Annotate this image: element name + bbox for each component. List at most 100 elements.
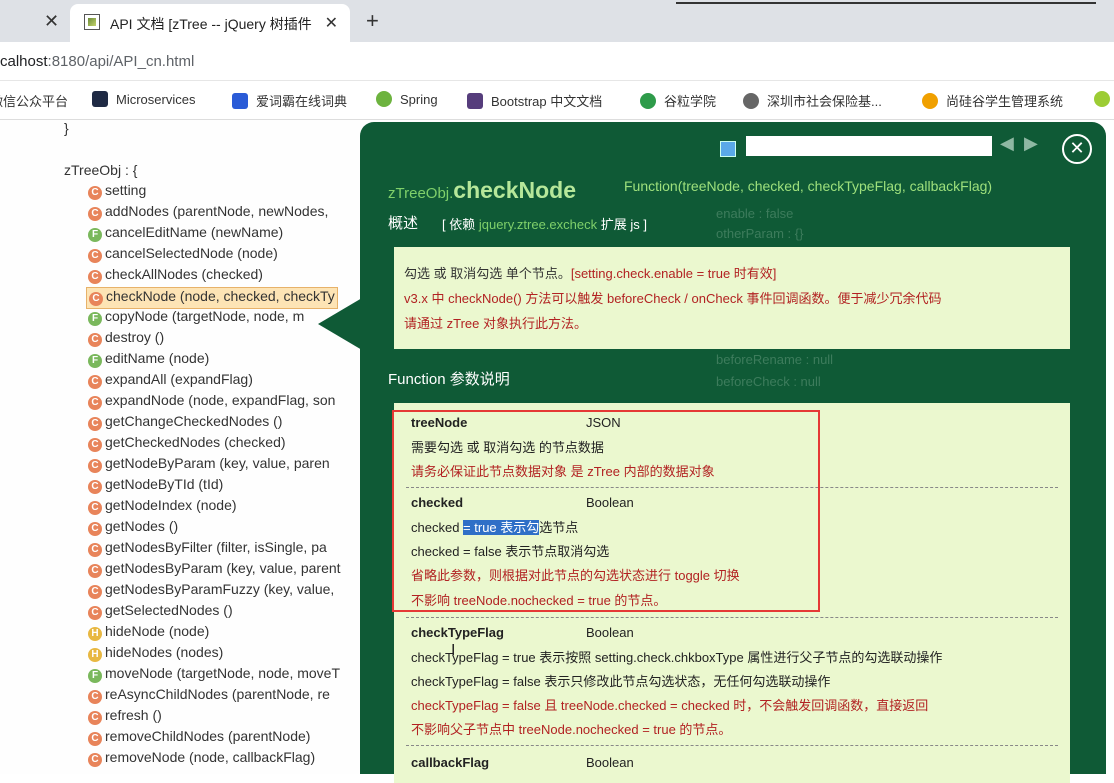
node-type-icon: H xyxy=(88,627,102,641)
prev-tab-close-icon[interactable]: ✕ xyxy=(44,11,59,32)
api-tree: } zTreeObj : { Csetting CaddNodes (parent… xyxy=(0,120,380,774)
tree-node-label: getSelectedNodes () xyxy=(105,602,233,618)
tree-node[interactable]: CcancelSelectedNode (node) xyxy=(88,245,278,265)
tree-node-label: checkNode (node, checked, checkTy xyxy=(106,288,335,304)
url-text[interactable]: calhost:8180/api/API_cn.html xyxy=(0,53,194,70)
node-type-icon: C xyxy=(88,522,102,536)
param-desc: checkTypeFlag = true 表示按照 setting.check.… xyxy=(411,650,943,665)
param-name: checkTypeFlag xyxy=(411,625,504,640)
tree-node[interactable]: CremoveNode (node, callbackFlag) xyxy=(88,749,315,769)
address-bar[interactable]: calhost:8180/api/API_cn.html xyxy=(0,42,1114,81)
tree-node[interactable]: CexpandAll (expandFlag) xyxy=(88,371,253,391)
tree-node[interactable]: CgetSelectedNodes () xyxy=(88,602,233,622)
function-name: checkNode xyxy=(453,177,577,203)
tree-brace: } xyxy=(64,120,69,136)
tree-node[interactable]: FmoveNode (targetNode, node, moveT xyxy=(88,665,340,685)
tree-node[interactable]: Cdestroy () xyxy=(88,329,164,349)
tree-node-label: setting xyxy=(105,182,147,198)
bookmark-bootstrap[interactable]: Bootstrap 中文文档 xyxy=(467,91,602,110)
new-tab-button[interactable]: + xyxy=(366,8,379,34)
bookmarks-bar: 微信公众平台 Microservices 爱词霸在线词典 Spring Boot… xyxy=(0,81,1114,120)
node-type-icon: C xyxy=(88,585,102,599)
close-icon[interactable]: ✕ xyxy=(1062,134,1092,164)
bookmark-guli[interactable]: 谷粒学院 xyxy=(640,91,716,110)
node-type-icon: C xyxy=(88,564,102,578)
tree-node[interactable]: CgetNodesByFilter (filter, isSingle, pa xyxy=(88,539,327,559)
param-separator xyxy=(406,745,1058,746)
node-type-icon: H xyxy=(88,648,102,662)
param-type: Boolean xyxy=(586,755,634,770)
tree-node[interactable]: CremoveChildNodes (parentNode) xyxy=(88,728,310,748)
tree-node[interactable]: HhideNodes (nodes) xyxy=(88,644,223,664)
tree-node[interactable]: FcancelEditName (newName) xyxy=(88,224,283,244)
ghost-text: otherParam : {} xyxy=(716,226,804,241)
annotation-box xyxy=(392,410,820,612)
tree-node-label: getChangeCheckedNodes () xyxy=(105,413,283,429)
tree-node[interactable]: CexpandNode (node, expandFlag, son xyxy=(88,392,335,412)
tree-node[interactable]: Crefresh () xyxy=(88,707,162,727)
tree-node[interactable]: CreAsyncChildNodes (parentNode, re xyxy=(88,686,330,706)
tree-node-label: refresh () xyxy=(105,707,162,723)
overview-label: 概述 xyxy=(388,215,419,232)
function-prefix: zTreeObj. xyxy=(388,185,454,202)
tree-node-label: getNodesByParam (key, value, parent xyxy=(105,560,341,576)
panel-pointer xyxy=(318,298,362,350)
tab-title: API 文档 [zTree -- jQuery 树插件 xyxy=(110,16,312,32)
search-icon[interactable] xyxy=(720,141,736,157)
tree-node[interactable]: CgetNodes () xyxy=(88,518,178,538)
tree-node[interactable]: CgetNodeByTId (tId) xyxy=(88,476,223,496)
node-type-icon: C xyxy=(88,459,102,473)
tree-node-label: getNodeByTId (tId) xyxy=(105,476,224,492)
depends-note: [ 依赖 jquery.ztree.excheck 扩展 js ] xyxy=(442,217,647,232)
next-arrow-icon[interactable]: ▶ xyxy=(1024,133,1038,154)
tree-node[interactable]: HhideNode (node) xyxy=(88,623,209,643)
tree-node[interactable]: CgetChangeCheckedNodes () xyxy=(88,413,282,433)
tree-node[interactable]: CcheckAllNodes (checked) xyxy=(88,266,263,286)
tree-node[interactable]: FeditName (node) xyxy=(88,350,209,370)
bookmark-atguigu[interactable]: 尚硅谷学生管理系统 xyxy=(922,91,1063,110)
bookmark-spring[interactable]: Spring xyxy=(376,91,438,107)
param-type: Boolean xyxy=(586,625,634,640)
tree-node[interactable]: FcopyNode (targetNode, node, m xyxy=(88,308,304,328)
active-tab[interactable]: API 文档 [zTree -- jQuery 树插件 ✕ xyxy=(70,4,350,42)
search-input[interactable] xyxy=(746,136,992,156)
tree-node-label: checkAllNodes (checked) xyxy=(105,266,263,282)
tree-node-label: getNodesByParamFuzzy (key, value, xyxy=(105,581,335,597)
tree-node[interactable]: CaddNodes (parentNode, newNodes, xyxy=(88,203,328,223)
bookmark-shenzhen[interactable]: 深圳市社会保险基... xyxy=(743,91,882,110)
param-note: 不影响父子节点中 treeNode.nochecked = true 的节点。 xyxy=(411,722,732,737)
description-line: 请通过 zTree 对象执行此方法。 xyxy=(404,316,587,331)
tree-node[interactable]: CgetNodesByParamFuzzy (key, value, xyxy=(88,581,334,601)
tree-node-label: cancelSelectedNode (node) xyxy=(105,245,278,261)
tree-node[interactable]: CgetNodeIndex (node) xyxy=(88,497,237,517)
globe-icon xyxy=(743,93,759,109)
bookmark-more-icon[interactable] xyxy=(1094,91,1114,107)
tree-node-label: expandAll (expandFlag) xyxy=(105,371,253,387)
prev-arrow-icon[interactable]: ◀ xyxy=(1000,133,1014,154)
tree-node[interactable]: CgetNodeByParam (key, value, paren xyxy=(88,455,330,475)
guli-icon xyxy=(640,93,656,109)
bookmark-wechat[interactable]: 微信公众平台 xyxy=(0,91,68,110)
tree-node[interactable]: CgetNodesByParam (key, value, parent xyxy=(88,560,341,580)
ghost-text: enable : false xyxy=(716,206,794,221)
node-type-icon: C xyxy=(89,292,103,306)
tree-node[interactable]: Csetting xyxy=(88,182,146,202)
tree-node-label: getNodesByFilter (filter, isSingle, pa xyxy=(105,539,327,555)
tree-node[interactable]: CcheckNode (node, checked, checkTy xyxy=(86,287,338,309)
param-separator xyxy=(406,617,1058,618)
tree-root: zTreeObj : { xyxy=(64,162,138,178)
tree-node[interactable]: CgetCheckedNodes (checked) xyxy=(88,434,286,454)
tree-node-label: expandNode (node, expandFlag, son xyxy=(105,392,336,408)
node-type-icon: C xyxy=(88,711,102,725)
window-edge xyxy=(676,2,1096,4)
bookmark-iciba[interactable]: 爱词霸在线词典 xyxy=(232,91,347,110)
tree-node-label: addNodes (parentNode, newNodes, xyxy=(105,203,329,219)
bookmark-microservices[interactable]: Microservices xyxy=(92,91,195,107)
param-note: checkTypeFlag = false 且 treeNode.checked… xyxy=(411,698,929,713)
tree-node-label: moveNode (targetNode, node, moveT xyxy=(105,665,341,681)
tab-favicon-icon xyxy=(84,14,100,30)
tab-close-icon[interactable]: ✕ xyxy=(325,13,338,33)
bootstrap-icon xyxy=(467,93,483,109)
param-name: callbackFlag xyxy=(411,755,490,770)
node-type-icon: C xyxy=(88,333,102,347)
